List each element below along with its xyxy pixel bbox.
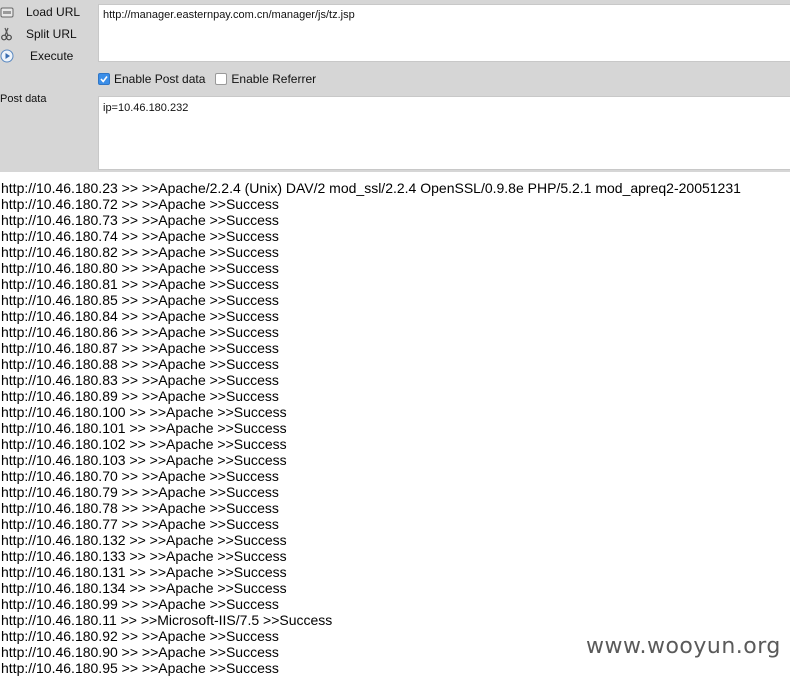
output-line: http://10.46.180.74 >> >>Apache >>Succes… (1, 228, 279, 244)
output-line: http://10.46.180.70 >> >>Apache >>Succes… (1, 468, 279, 484)
split-url-button[interactable]: Split URL (0, 24, 96, 44)
output-line: http://10.46.180.78 >> >>Apache >>Succes… (1, 500, 279, 516)
output-line: http://10.46.180.133 >> >>Apache >>Succe… (1, 548, 287, 564)
execute-button[interactable]: Execute (0, 46, 96, 66)
output-line: http://10.46.180.73 >> >>Apache >>Succes… (1, 212, 279, 228)
play-icon (0, 49, 14, 63)
load-url-button[interactable]: Load URL (0, 2, 96, 22)
output-line: http://10.46.180.102 >> >>Apache >>Succe… (1, 436, 287, 452)
watermark: www.wooyun.org (586, 634, 781, 659)
output-line: http://10.46.180.77 >> >>Apache >>Succes… (1, 516, 279, 532)
output-line: http://10.46.180.89 >> >>Apache >>Succes… (1, 388, 279, 404)
url-input[interactable]: http://manager.easternpay.com.cn/manager… (98, 4, 790, 62)
enable-post-label: Enable Post data (114, 72, 206, 86)
hackbar-panel: Load URL Split URL Execute http://manage… (0, 0, 790, 172)
output-line: http://10.46.180.100 >> >>Apache >>Succe… (1, 404, 287, 420)
output-line: http://10.46.180.101 >> >>Apache >>Succe… (1, 420, 287, 436)
output-line: http://10.46.180.84 >> >>Apache >>Succes… (1, 308, 279, 324)
load-url-icon (0, 5, 14, 19)
split-url-label: Split URL (26, 27, 77, 41)
post-data-label: Post data (0, 93, 47, 105)
output-line: http://10.46.180.87 >> >>Apache >>Succes… (1, 340, 279, 356)
execute-label: Execute (30, 49, 74, 63)
scissors-icon (0, 27, 14, 41)
options-row: Enable Post data Enable Referrer (98, 70, 326, 88)
enable-referrer-label: Enable Referrer (231, 72, 317, 86)
enable-referrer-option[interactable]: Enable Referrer (215, 72, 316, 86)
output-line: http://10.46.180.82 >> >>Apache >>Succes… (1, 244, 279, 260)
output-line: http://10.46.180.23 >> >>Apache/2.2.4 (U… (1, 180, 741, 196)
enable-post-option[interactable]: Enable Post data (98, 72, 205, 86)
output-line: http://10.46.180.85 >> >>Apache >>Succes… (1, 292, 279, 308)
enable-post-checkbox[interactable] (98, 73, 110, 85)
response-output: http://10.46.180.23 >> >>Apache/2.2.4 (U… (0, 180, 790, 676)
enable-referrer-checkbox[interactable] (215, 73, 228, 85)
output-line: http://10.46.180.86 >> >>Apache >>Succes… (1, 324, 279, 340)
post-data-input[interactable]: ip=10.46.180.232 (98, 96, 790, 170)
output-line: http://10.46.180.95 >> >>Apache >>Succes… (1, 660, 279, 676)
output-line: http://10.46.180.83 >> >>Apache >>Succes… (1, 372, 279, 388)
load-url-label: Load URL (26, 5, 81, 19)
output-line: http://10.46.180.103 >> >>Apache >>Succe… (1, 452, 287, 468)
output-line: http://10.46.180.79 >> >>Apache >>Succes… (1, 484, 279, 500)
output-line: http://10.46.180.80 >> >>Apache >>Succes… (1, 260, 279, 276)
output-line: http://10.46.180.81 >> >>Apache >>Succes… (1, 276, 279, 292)
output-line: http://10.46.180.11 >> >>Microsoft-IIS/7… (1, 612, 333, 628)
output-line: http://10.46.180.131 >> >>Apache >>Succe… (1, 564, 287, 580)
output-line: http://10.46.180.132 >> >>Apache >>Succe… (1, 532, 287, 548)
output-line: http://10.46.180.88 >> >>Apache >>Succes… (1, 356, 279, 372)
output-line: http://10.46.180.72 >> >>Apache >>Succes… (1, 196, 279, 212)
output-line: http://10.46.180.134 >> >>Apache >>Succe… (1, 580, 287, 596)
output-line: http://10.46.180.99 >> >>Apache >>Succes… (1, 596, 279, 612)
